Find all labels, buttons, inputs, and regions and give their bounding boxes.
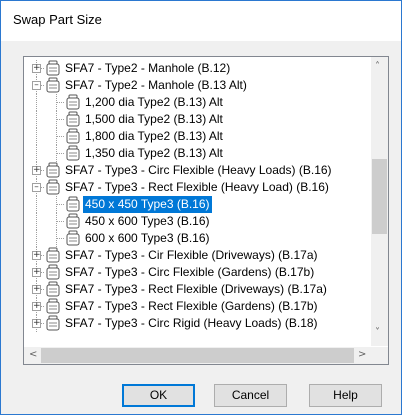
scroll-left-arrow[interactable]: < [29,349,37,360]
tree-item-label: 1,200 dia Type2 (B.13) Alt [85,95,223,109]
tree-group-item[interactable]: – SFA7 - Type3 - Rect Flexible (Heavy Loa… [24,179,367,196]
tree-connector [56,204,64,205]
tree-connector [36,94,37,111]
part-icon [65,230,81,247]
tree-connector [56,136,64,137]
vertical-scrollbar[interactable]: ˄ ˅ [371,57,388,346]
tree-connector [36,230,37,247]
part-icon [45,298,61,315]
tree-item-label: SFA7 - Type2 - Manhole (B.13 Alt) [65,78,247,92]
tree-connector [56,145,57,162]
tree-connector [56,238,64,239]
tree-connector [36,196,37,213]
tree-connector [56,111,57,128]
part-icon [45,264,61,281]
collapse-icon[interactable]: – [32,183,41,192]
horizontal-scroll-thumb[interactable] [41,348,354,363]
vertical-scroll-thumb[interactable] [372,159,387,234]
expand-icon[interactable]: + [32,166,41,175]
expand-icon[interactable]: + [32,285,41,294]
tree-group-item[interactable]: – SFA7 - Type2 - Manhole (B.13 Alt) [24,77,367,94]
tree-item-label: 1,800 dia Type2 (B.13) Alt [85,129,223,143]
tree-group-item[interactable]: + SFA7 - Type3 - Circ Rigid (Heavy Loads)… [24,315,367,332]
part-icon [65,213,81,230]
tree-item-label: 1,500 dia Type2 (B.13) Alt [85,112,223,126]
tree-group-item[interactable]: + SFA7 - Type3 - Circ Flexible (Heavy Loa… [24,162,367,179]
tree-part-item[interactable]: 1,800 dia Type2 (B.13) Alt [24,128,367,145]
expand-icon[interactable]: + [32,251,41,260]
tree-part-item[interactable]: 1,200 dia Type2 (B.13) Alt [24,94,367,111]
tree-rows: + SFA7 - Type2 - Manhole (B.12) – SFA7 - Ty… [24,57,367,343]
tree-item-label: 450 x 600 Type3 (B.16) [85,214,210,228]
part-icon [65,111,81,128]
tree-connector [56,213,57,230]
dialog-title: Swap Part Size [13,12,102,27]
part-size-tree[interactable]: + SFA7 - Type2 - Manhole (B.12) – SFA7 - Ty… [23,56,389,365]
part-icon [65,145,81,162]
tree-item-label: 450 x 450 Type3 (B.16) [82,195,213,214]
tree-item-label: SFA7 - Type3 - Rect Flexible (Driveways)… [65,282,327,296]
expand-icon[interactable]: + [32,319,41,328]
tree-item-label: SFA7 - Type3 - Circ Flexible (Heavy Load… [65,163,332,177]
help-button[interactable]: Help [309,384,382,407]
part-icon [65,128,81,145]
ok-button[interactable]: OK [122,384,195,407]
tree-part-item[interactable]: 1,500 dia Type2 (B.13) Alt [24,111,367,128]
tree-connector [56,153,64,154]
tree-connector [56,119,64,120]
tree-connector [36,145,37,162]
expand-icon[interactable]: + [32,302,41,311]
expand-icon[interactable]: + [32,64,41,73]
expand-icon[interactable]: + [32,268,41,277]
tree-connector [36,128,37,145]
part-icon [45,77,61,94]
scrollbar-corner [371,347,388,364]
tree-group-item[interactable]: + SFA7 - Type3 - Rect Flexible (Driveways… [24,281,367,298]
tree-connector [56,94,57,111]
collapse-icon[interactable]: – [32,81,41,90]
tree-connector [56,221,64,222]
swap-part-size-dialog: Swap Part Size + SFA7 - Type2 - Manhole (… [0,0,402,415]
part-icon [45,179,61,196]
tree-connector [56,196,57,213]
title-bar: Swap Part Size [1,1,401,41]
tree-group-item[interactable]: + SFA7 - Type3 - Cir Flexible (Driveways)… [24,247,367,264]
part-icon [65,196,81,213]
tree-part-item[interactable]: 450 x 450 Type3 (B.16) [24,195,367,214]
cancel-button[interactable]: Cancel [214,384,287,407]
part-icon [45,247,61,264]
scroll-down-arrow[interactable]: ˅ [375,327,380,338]
part-icon [45,60,61,77]
horizontal-scrollbar[interactable]: < > [24,347,371,364]
tree-item-label: SFA7 - Type3 - Circ Rigid (Heavy Loads) … [65,316,318,330]
tree-group-item[interactable]: + SFA7 - Type2 - Manhole (B.12) [24,60,367,77]
part-icon [65,94,81,111]
tree-item-label: 1,350 dia Type2 (B.13) Alt [85,146,223,160]
tree-part-item[interactable]: 600 x 600 Type3 (B.16) [24,230,367,247]
scroll-up-arrow[interactable]: ˄ [375,61,380,72]
tree-group-item[interactable]: + SFA7 - Type3 - Rect Flexible (Gardens) … [24,298,367,315]
tree-part-item[interactable]: 1,350 dia Type2 (B.13) Alt [24,145,367,162]
tree-connector [36,213,37,230]
part-icon [45,281,61,298]
part-icon [45,315,61,332]
tree-connector [36,111,37,128]
tree-item-label: SFA7 - Type3 - Circ Flexible (Gardens) (… [65,265,315,279]
tree-part-item[interactable]: 450 x 600 Type3 (B.16) [24,213,367,230]
tree-item-label: SFA7 - Type2 - Manhole (B.12) [65,61,231,75]
tree-item-label: SFA7 - Type3 - Rect Flexible (Heavy Load… [65,180,329,194]
tree-item-label: SFA7 - Type3 - Cir Flexible (Driveways) … [65,248,318,262]
tree-item-label: 600 x 600 Type3 (B.16) [85,231,210,245]
tree-item-label: SFA7 - Type3 - Rect Flexible (Gardens) (… [65,299,318,313]
scroll-right-arrow[interactable]: > [358,349,366,360]
tree-connector [56,102,64,103]
part-icon [45,162,61,179]
tree-connector [56,230,57,247]
tree-group-item[interactable]: + SFA7 - Type3 - Circ Flexible (Gardens) … [24,264,367,281]
tree-connector [56,128,57,145]
